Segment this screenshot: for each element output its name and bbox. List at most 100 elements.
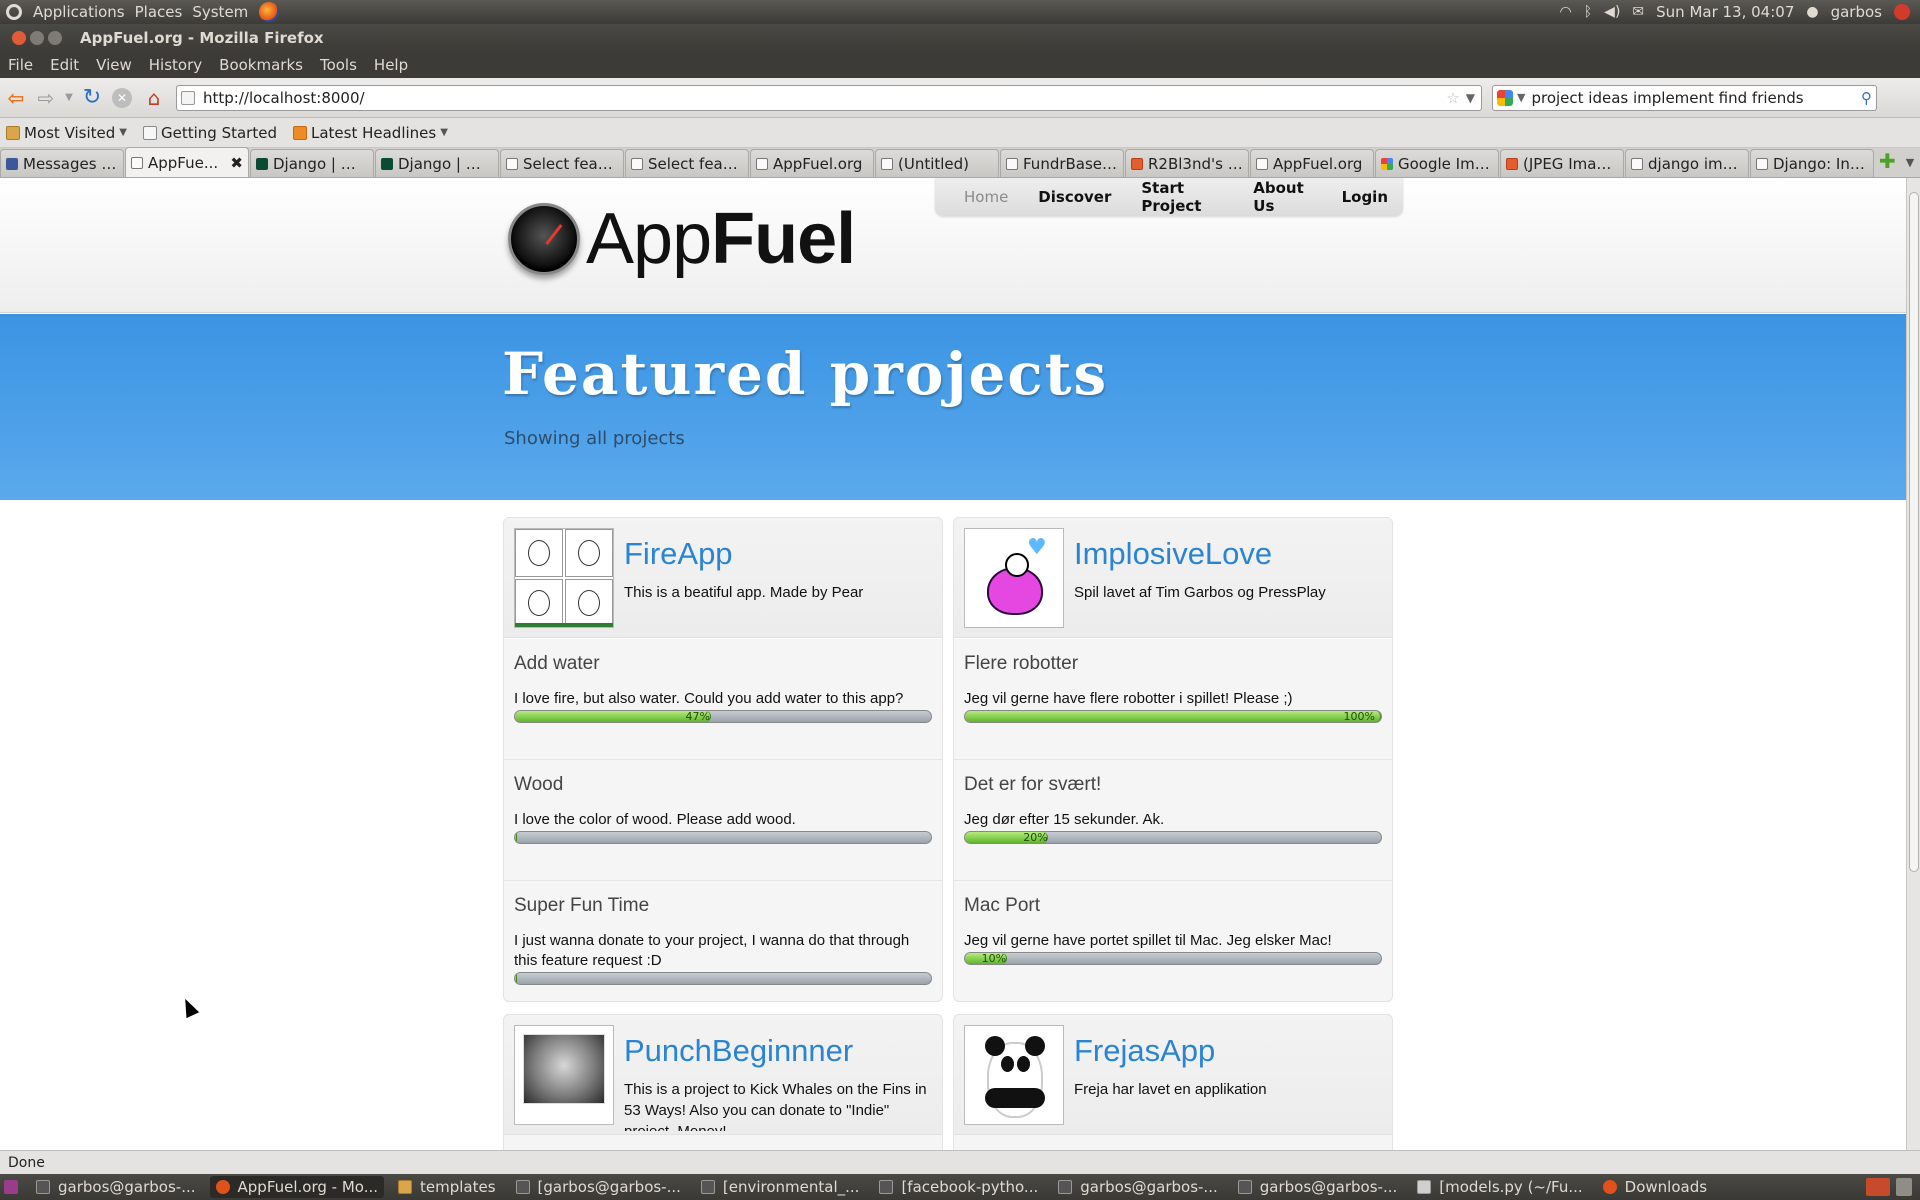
panel-menu-places[interactable]: Places: [130, 3, 188, 21]
nav-home[interactable]: Home: [964, 188, 1008, 206]
taskbar-item[interactable]: Downloads: [1597, 1176, 1713, 1198]
feature-title[interactable]: Mac Port: [964, 895, 1382, 917]
close-tab-icon[interactable]: ✖: [230, 154, 243, 172]
nav-about-us[interactable]: About Us: [1253, 179, 1311, 215]
google-icon: [1381, 157, 1393, 170]
tab-django-images[interactable]: django ima...: [1625, 149, 1749, 177]
tab-google-images[interactable]: Google Ima...: [1375, 149, 1499, 177]
tab-untitled[interactable]: (Untitled): [875, 149, 999, 177]
project-thumbnail[interactable]: [514, 528, 614, 628]
home-icon[interactable]: ⌂: [140, 84, 168, 112]
taskbar-item[interactable]: garbos@garbos-...: [1232, 1176, 1404, 1198]
url-text[interactable]: http://localhost:8000/: [203, 89, 365, 107]
feature-progress-bar: 100%: [964, 710, 1382, 723]
project-name[interactable]: FrejasApp: [1074, 1033, 1215, 1069]
taskbar-item-active[interactable]: AppFuel.org - Mo...: [209, 1176, 385, 1198]
back-arrow-icon[interactable]: ⇦: [2, 84, 30, 112]
taskbar-item[interactable]: templates: [392, 1176, 502, 1198]
feature-title[interactable]: Flere robotter: [964, 653, 1382, 675]
menu-file[interactable]: File: [0, 56, 42, 74]
nav-login[interactable]: Login: [1342, 188, 1388, 206]
reload-icon[interactable]: ↻: [78, 84, 106, 112]
firefox-launcher-icon[interactable]: [259, 2, 280, 22]
feature-title[interactable]: Det er for svært!: [964, 774, 1382, 796]
history-dropdown-icon[interactable]: ▼: [62, 84, 76, 112]
shutdown-icon[interactable]: [1894, 4, 1910, 20]
tab-django-2[interactable]: Django | Mo...: [375, 149, 499, 177]
site-identity-icon[interactable]: [181, 90, 195, 105]
bookmark-getting-started[interactable]: Getting Started: [143, 124, 277, 142]
google-search-engine-icon[interactable]: [1497, 89, 1513, 106]
progress-fill: [515, 832, 517, 843]
menu-help[interactable]: Help: [366, 56, 417, 74]
nav-discover[interactable]: Discover: [1038, 188, 1111, 206]
taskbar-item[interactable]: garbos@garbos-...: [1052, 1176, 1224, 1198]
search-icon[interactable]: ⚲: [1861, 89, 1872, 107]
window-close-button[interactable]: [12, 31, 26, 45]
window-maximize-button[interactable]: [48, 31, 62, 45]
bookmark-star-icon[interactable]: ☆: [1446, 89, 1459, 107]
menu-tools[interactable]: Tools: [312, 56, 366, 74]
url-dropdown-icon[interactable]: ▼: [1466, 91, 1475, 105]
wifi-icon[interactable]: ◠: [1560, 4, 1572, 20]
bluetooth-icon[interactable]: ᛒ: [1584, 4, 1592, 20]
workspace-switcher-icon[interactable]: [1866, 1178, 1890, 1196]
feature-title[interactable]: Add water: [514, 653, 932, 675]
taskbar-item[interactable]: garbos@garbos-...: [30, 1176, 202, 1198]
tab-jpeg-image[interactable]: (JPEG Imag...: [1500, 149, 1624, 177]
search-input[interactable]: project ideas implement find friends: [1531, 89, 1803, 107]
ubuntu-logo-icon[interactable]: [6, 4, 22, 20]
list-all-tabs-icon[interactable]: ▼: [1906, 156, 1914, 169]
scrollbar-thumb[interactable]: [1909, 192, 1919, 872]
tab-appfuel-active[interactable]: AppFue... ✖: [125, 147, 249, 177]
new-tab-plus-icon[interactable]: ✚: [1879, 149, 1896, 173]
project-name[interactable]: ImplosiveLove: [1074, 536, 1272, 572]
page-scrollbar[interactable]: [1906, 178, 1920, 1150]
stop-icon[interactable]: ✕: [112, 87, 132, 108]
panel-user[interactable]: garbos: [1831, 3, 1882, 21]
panel-clock[interactable]: Sun Mar 13, 04:07: [1656, 3, 1794, 21]
menu-view[interactable]: View: [88, 56, 141, 74]
bookmark-latest-headlines[interactable]: Latest Headlines ▼: [292, 124, 448, 142]
mouse-cursor-icon: [178, 995, 200, 1019]
tab-django-install[interactable]: Django: Ins...: [1750, 149, 1874, 177]
taskbar-item[interactable]: [facebook-pytho...: [873, 1176, 1044, 1198]
tab-select-feature-1[interactable]: Select featu...: [500, 149, 624, 177]
feature-title[interactable]: Wood: [514, 774, 932, 796]
tab-r2bl3nd[interactable]: R2Bl3nd's s...: [1125, 149, 1249, 177]
nav-start-project[interactable]: Start Project: [1141, 179, 1223, 215]
taskbar-item[interactable]: [models.py (~/Fu...: [1411, 1176, 1588, 1198]
project-name[interactable]: PunchBeginnner: [624, 1033, 853, 1069]
panel-menu-system[interactable]: System: [187, 3, 253, 21]
trash-icon[interactable]: [1896, 1178, 1912, 1196]
feature-title[interactable]: Super Fun Time: [514, 895, 932, 917]
tab-messages[interactable]: Messages - ...: [0, 149, 124, 177]
appfuel-logo[interactable]: AppFuel: [508, 198, 856, 280]
menu-edit[interactable]: Edit: [42, 56, 88, 74]
panel-menu-applications[interactable]: Applications: [28, 3, 130, 21]
url-bar[interactable]: http://localhost:8000/ ☆ ▼: [176, 84, 1482, 111]
search-engine-dropdown-icon[interactable]: ▼: [1517, 91, 1525, 104]
menu-bookmarks[interactable]: Bookmarks: [211, 56, 312, 74]
show-desktop-icon[interactable]: [0, 1176, 22, 1198]
project-thumbnail[interactable]: ♥: [964, 528, 1064, 628]
project-description: This is a beatiful app. Made by Pear: [624, 584, 864, 601]
menu-history[interactable]: History: [141, 56, 211, 74]
tab-django-1[interactable]: Django | Mo...: [250, 149, 374, 177]
tab-fundrbase[interactable]: FundrBase ...: [1000, 149, 1124, 177]
volume-icon[interactable]: ◀): [1604, 4, 1620, 20]
user-icon: ●: [1806, 4, 1819, 20]
taskbar-item[interactable]: [environmental_...: [695, 1176, 866, 1198]
tab-appfuel-3[interactable]: AppFuel.org: [1250, 149, 1374, 177]
window-minimize-button[interactable]: [30, 31, 44, 45]
search-bar[interactable]: ▼ project ideas implement find friends ⚲: [1492, 84, 1877, 111]
forward-arrow-icon[interactable]: ⇨: [32, 84, 60, 112]
taskbar-item[interactable]: [garbos@garbos-...: [510, 1176, 687, 1198]
tab-select-feature-2[interactable]: Select featu...: [625, 149, 749, 177]
project-name[interactable]: FireApp: [624, 536, 733, 572]
mail-icon[interactable]: ✉: [1632, 4, 1644, 20]
project-thumbnail[interactable]: GARY BUSEY: [514, 1025, 614, 1125]
tab-appfuel-2[interactable]: AppFuel.org: [750, 149, 874, 177]
bookmark-most-visited[interactable]: Most Visited ▼: [6, 124, 127, 142]
project-thumbnail[interactable]: [964, 1025, 1064, 1125]
